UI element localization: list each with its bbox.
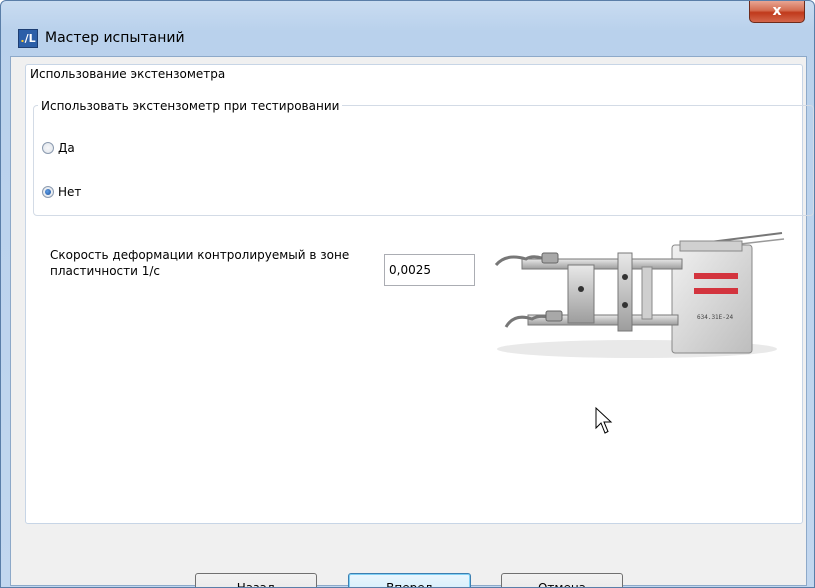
extensometer-groupbox (33, 105, 814, 216)
radio-no[interactable]: Нет (42, 185, 81, 199)
window-title: Мастер испытаний (45, 30, 185, 46)
cancel-button[interactable]: Отмена (501, 573, 623, 587)
close-button[interactable]: x (749, 1, 805, 23)
strain-rate-input[interactable] (384, 254, 475, 286)
radio-no-button[interactable] (42, 186, 54, 198)
section-title: Использование экстензометра (29, 67, 227, 81)
title-bar[interactable]: ./L Мастер испытаний x (1, 1, 814, 51)
wizard-window: ./L Мастер испытаний x Использование экс… (0, 0, 815, 588)
back-button[interactable]: Назад (195, 573, 317, 587)
wizard-client-area: Использование экстензометра Использовать… (10, 56, 814, 587)
wizard-page: Использование экстензометра Использовать… (25, 64, 814, 524)
next-button[interactable]: Вперед (348, 573, 471, 587)
app-logo-icon: ./L (18, 29, 38, 48)
groupbox-title: Использовать экстензометр при тестирован… (38, 99, 343, 113)
radio-yes-button[interactable] (42, 142, 54, 154)
mouse-pointer-icon (595, 406, 613, 434)
strain-rate-label: Скорость деформации контролируемый в зон… (50, 248, 350, 278)
radio-yes-label: Да (58, 141, 75, 155)
engraving-text: 634.31E-24 (697, 314, 734, 321)
extensometer-image: 634.31E-24 (494, 232, 785, 358)
radio-no-label: Нет (58, 185, 82, 199)
radio-yes[interactable]: Да (42, 141, 75, 155)
